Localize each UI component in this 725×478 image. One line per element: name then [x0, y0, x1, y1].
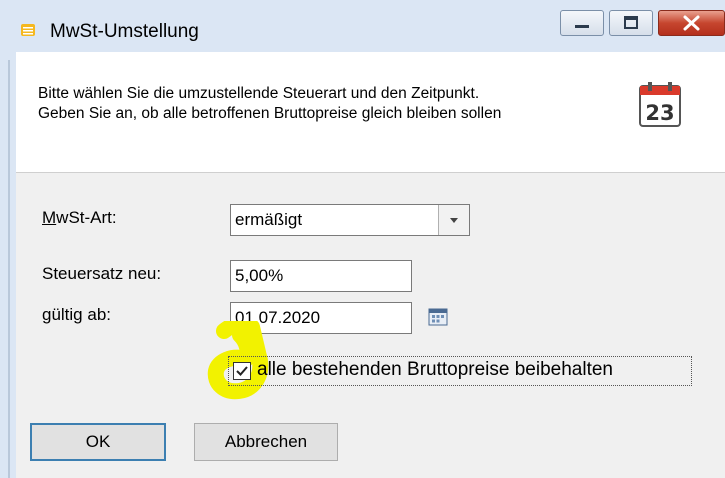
instruction-line-2: Geben Sie an, ob alle betroffenen Brutto… [38, 105, 502, 122]
chevron-down-icon [450, 218, 458, 223]
gueltig-ab-label: gültig ab: [42, 305, 111, 324]
steuersatz-value: 5,00% [235, 266, 284, 285]
maximize-button[interactable] [609, 10, 653, 36]
date-picker-icon[interactable] [428, 307, 448, 327]
close-button[interactable] [658, 10, 725, 36]
calendar-day: 23 [645, 101, 674, 125]
mwst-art-label: MwSt-Art: [42, 208, 117, 228]
steuersatz-input[interactable]: 5,00% [230, 260, 412, 292]
checkmark-icon [236, 366, 248, 376]
ok-button[interactable]: OK [30, 423, 166, 461]
mwst-art-dropdown[interactable]: ermäßigt [230, 204, 470, 236]
window-title: MwSt-Umstellung [50, 21, 199, 42]
instruction-line-1: Bitte wählen Sie die umzustellende Steue… [38, 85, 480, 102]
maximize-icon [624, 16, 638, 29]
mwst-art-value: ermäßigt [235, 210, 303, 229]
steuersatz-label: Steuersatz neu: [42, 264, 162, 283]
close-icon [683, 15, 700, 31]
app-icon [21, 24, 35, 36]
keep-gross-prices-checkbox[interactable] [233, 362, 251, 380]
header-panel: Bitte wählen Sie die umzustellende Steue… [16, 52, 725, 173]
cancel-button[interactable]: Abbrechen [194, 423, 338, 461]
minimize-icon [575, 25, 589, 28]
mwst-art-label-text: MwSt-Art: [42, 208, 117, 227]
calendar-icon: 23 [639, 82, 681, 127]
minimize-button[interactable] [560, 10, 604, 36]
keep-gross-prices-label[interactable]: alle bestehenden Bruttopreise beibehalte… [257, 359, 613, 381]
window-left-border [8, 60, 10, 478]
form-panel: MwSt-Art: ermäßigt Steuersatz neu: 5,00%… [16, 173, 725, 478]
dialog-window: MwSt-Umstellung Bitte wählen Sie die umz… [0, 0, 725, 478]
dropdown-toggle[interactable] [438, 205, 469, 235]
